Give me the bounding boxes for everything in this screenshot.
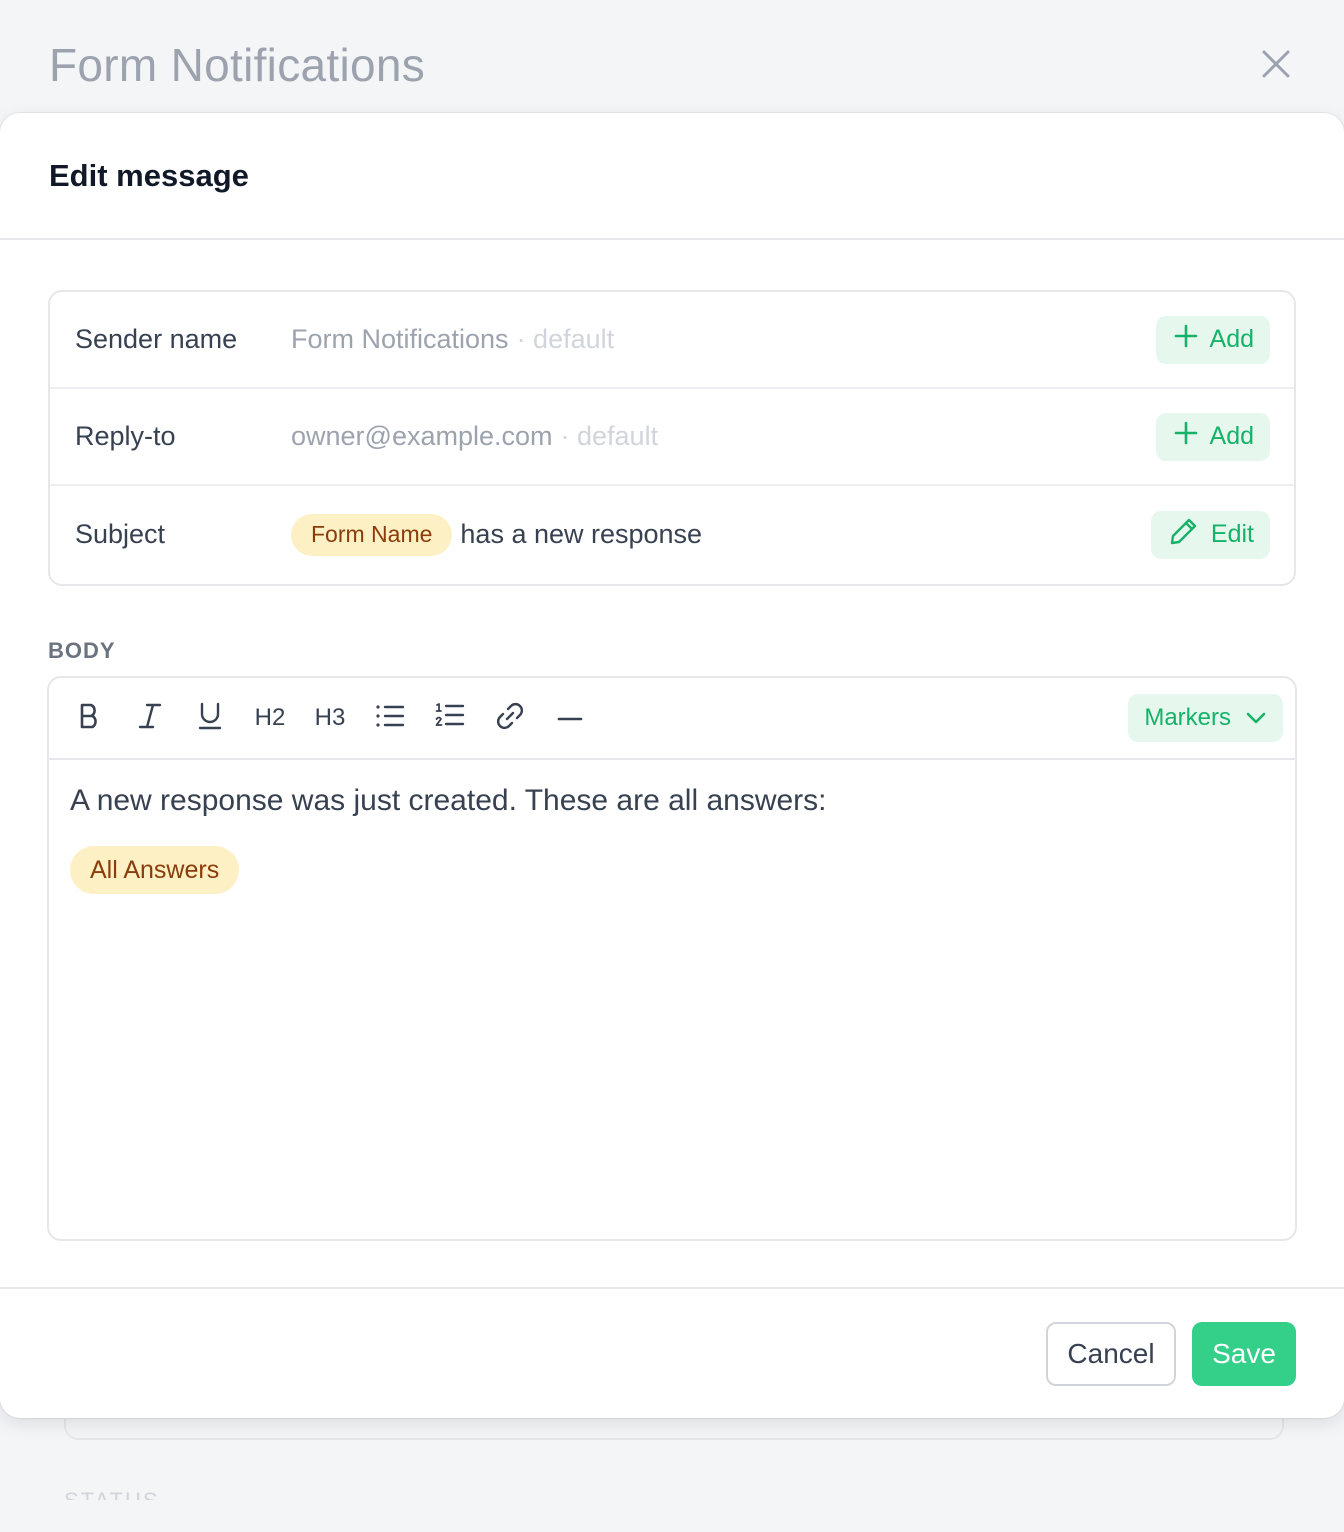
modal-title: Edit message [49,157,249,193]
plus-icon [1174,324,1210,355]
markers-dropdown[interactable]: Markers [1128,694,1283,742]
sender-name-value: Form Notifications · default [291,324,614,355]
edit-subject-button[interactable]: Edit [1150,510,1270,559]
italic-icon [137,702,163,735]
reply-to-default: · default [560,421,659,451]
body-section-label: BODY [48,638,116,663]
reply-to-label: Reply-to [75,421,176,451]
body-text: A new response was just created. These a… [70,784,827,817]
underline-icon [197,701,223,736]
bullet-list-icon [375,703,405,734]
subject-row: Subject Form Name has a new response Edi… [50,486,1294,583]
editor-content[interactable]: A new response was just created. These a… [49,760,1295,918]
add-sender-name-button[interactable]: Add [1155,315,1270,364]
editor-toolbar: H2 H3 Markers [49,678,1295,760]
body-editor: H2 H3 Markers A new response was just cr… [47,676,1297,1241]
message-fields-card: Sender name Form Notifications · default… [48,290,1296,586]
link-icon [494,700,526,737]
reply-to-value: owner@example.com · default [291,421,658,452]
sender-name-default: · default [516,324,615,354]
bold-button[interactable] [70,698,110,738]
heading-3-label: H3 [314,704,346,731]
background-title: Form Notifications [49,39,426,91]
horizontal-rule-button[interactable] [550,698,590,738]
all-answers-marker[interactable]: All Answers [70,846,240,894]
numbered-list-icon [435,702,465,735]
bold-icon [77,702,103,735]
link-button[interactable] [490,698,530,738]
add-sender-name-label: Add [1209,325,1254,353]
heading-2-label: H2 [254,704,286,731]
plus-icon [1174,421,1210,452]
pencil-icon [1169,516,1211,553]
sender-name-label: Sender name [75,324,238,354]
modal-footer: Cancel Save [0,1287,1344,1418]
reply-to-text: owner@example.com [291,421,553,451]
edit-message-modal: Edit message Sender name Form Notificati… [0,113,1344,1418]
heading-3-button[interactable]: H3 [310,698,350,738]
modal-header: Edit message [0,113,1344,240]
edit-subject-label: Edit [1210,520,1254,548]
subject-text: has a new response [460,519,703,549]
form-name-marker: Form Name [291,513,453,556]
numbered-list-button[interactable] [430,698,470,738]
horizontal-rule-icon [557,709,583,727]
close-icon[interactable] [1258,46,1294,82]
underline-button[interactable] [190,698,230,738]
add-reply-to-button[interactable]: Add [1155,412,1270,461]
cancel-button[interactable]: Cancel [1046,1322,1176,1386]
chevron-down-icon [1231,704,1267,732]
sender-name-row: Sender name Form Notifications · default… [50,292,1294,389]
reply-to-row: Reply-to owner@example.com · default Add [50,389,1294,486]
add-reply-to-label: Add [1209,422,1254,450]
save-button[interactable]: Save [1192,1322,1296,1386]
subject-label: Subject [75,519,166,549]
heading-2-button[interactable]: H2 [250,698,290,738]
subject-value: Form Name has a new response [291,513,703,556]
background-status-label: STATUS [64,1488,160,1500]
markers-label: Markers [1144,704,1231,731]
bullet-list-button[interactable] [370,698,410,738]
sender-name-text: Form Notifications [291,324,509,354]
italic-button[interactable] [130,698,170,738]
